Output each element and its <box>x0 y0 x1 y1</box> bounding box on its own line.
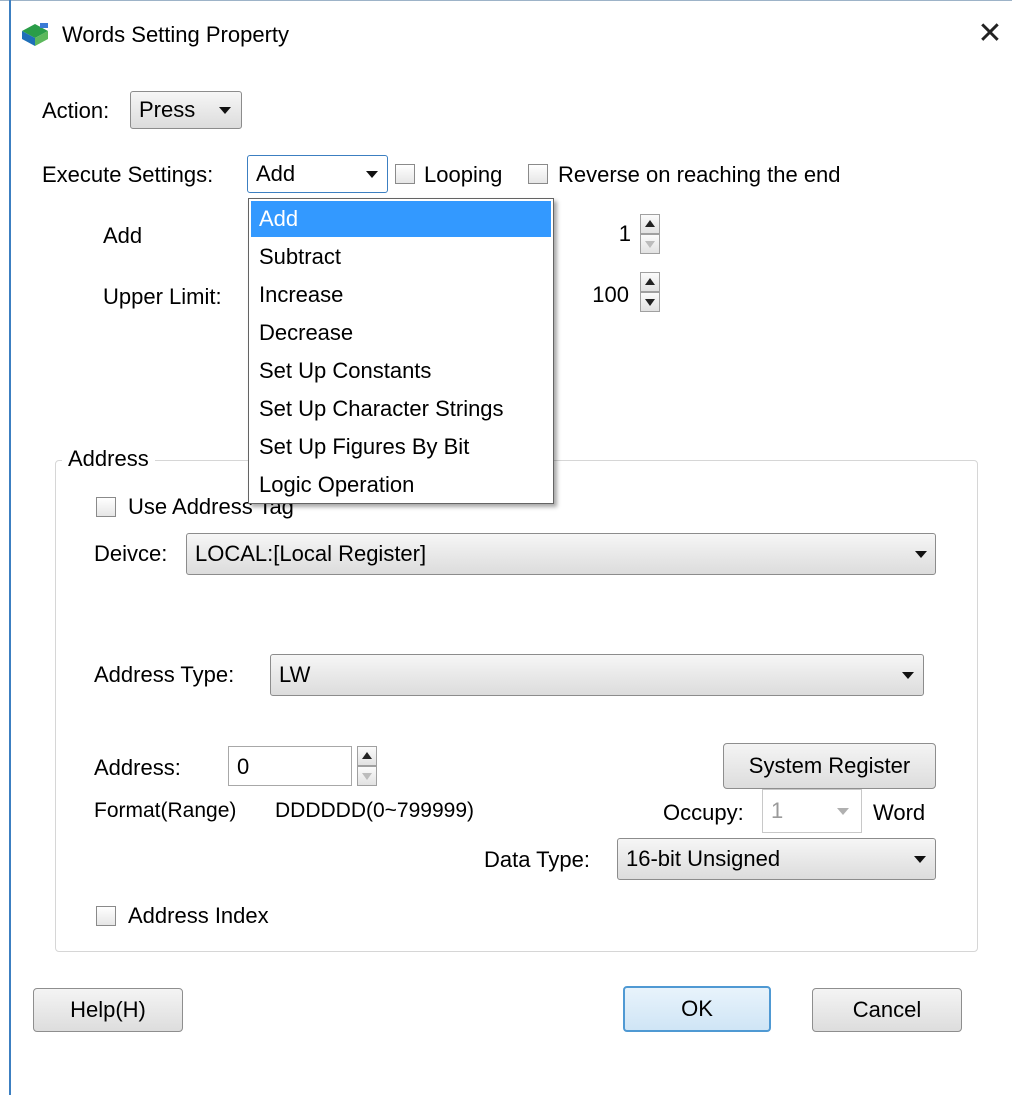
execute-settings-label: Execute Settings: <box>42 162 214 187</box>
add-spin-up[interactable] <box>640 214 660 234</box>
data-type-value: 16-bit Unsigned <box>626 846 781 871</box>
dropdown-item-set-up-character-strings[interactable]: Set Up Character Strings <box>251 391 551 427</box>
device-label: Deivce: <box>94 541 168 566</box>
upper-limit-field[interactable]: 100 <box>545 275 637 315</box>
looping-label: Looping <box>424 162 503 187</box>
action-label: Action: <box>42 98 110 123</box>
chevron-down-icon <box>914 856 926 863</box>
help-button[interactable]: Help(H) <box>33 988 183 1032</box>
upper-spin-up[interactable] <box>640 272 660 292</box>
close-icon[interactable]: ✕ <box>972 16 1008 52</box>
occupy-combo: 1 <box>762 789 862 833</box>
occupy-unit: Word <box>873 800 926 825</box>
address-type-value: LW <box>279 662 311 687</box>
format-value: DDDDDD(0~799999) <box>275 799 474 822</box>
execute-settings-value: Add <box>256 161 296 186</box>
looping-checkbox[interactable] <box>395 164 415 184</box>
execute-settings-dropdown: Add Subtract Increase Decrease Set Up Co… <box>248 198 554 504</box>
occupy-value: 1 <box>771 798 784 823</box>
address-type-label: Address Type: <box>94 662 235 687</box>
add-spin-down[interactable] <box>640 234 660 254</box>
dropdown-item-set-up-constants[interactable]: Set Up Constants <box>251 353 551 389</box>
cancel-button[interactable]: Cancel <box>812 988 962 1032</box>
upper-spin-down[interactable] <box>640 292 660 312</box>
chevron-down-icon <box>366 171 378 178</box>
action-combo[interactable]: Press <box>130 91 242 129</box>
address-type-combo[interactable]: LW <box>270 654 924 696</box>
chevron-down-icon <box>837 808 849 815</box>
execute-settings-combo[interactable]: Add <box>247 155 388 193</box>
format-label: Format(Range) <box>94 799 237 822</box>
add-label: Add <box>103 223 143 248</box>
address-spin-up[interactable] <box>357 746 377 766</box>
address-spin-down[interactable] <box>357 766 377 786</box>
use-address-tag-checkbox[interactable] <box>96 497 116 517</box>
dropdown-item-set-up-figures-by-bit[interactable]: Set Up Figures By Bit <box>251 429 551 465</box>
ok-button[interactable]: OK <box>623 986 771 1032</box>
data-type-combo[interactable]: 16-bit Unsigned <box>617 838 936 880</box>
device-combo[interactable]: LOCAL:[Local Register] <box>186 533 936 575</box>
address-value: 0 <box>237 754 250 779</box>
app-icon <box>20 22 50 48</box>
occupy-label: Occupy: <box>663 800 744 825</box>
window-title: Words Setting Property <box>62 22 290 47</box>
chevron-down-icon <box>915 551 927 558</box>
dropdown-item-logic-operation[interactable]: Logic Operation <box>251 467 551 503</box>
dropdown-item-increase[interactable]: Increase <box>251 277 551 313</box>
window-left-border <box>9 0 11 1095</box>
chevron-down-icon <box>902 672 914 679</box>
reverse-label: Reverse on reaching the end <box>558 162 841 187</box>
spin-down-icon <box>645 241 655 248</box>
reverse-checkbox[interactable] <box>528 164 548 184</box>
add-value: 1 <box>618 221 631 246</box>
dropdown-item-decrease[interactable]: Decrease <box>251 315 551 351</box>
system-register-button[interactable]: System Register <box>723 743 936 789</box>
dropdown-item-add[interactable]: Add <box>251 201 551 237</box>
address-index-label: Address Index <box>128 903 269 928</box>
spin-down-icon <box>362 773 372 780</box>
spin-up-icon <box>645 220 655 227</box>
address-group-title: Address <box>62 443 155 475</box>
spin-down-icon <box>645 299 655 306</box>
action-combo-value: Press <box>139 97 196 122</box>
spin-up-icon <box>362 752 372 759</box>
address-label: Address: <box>94 755 181 780</box>
address-index-checkbox[interactable] <box>96 906 116 926</box>
add-value-field[interactable]: 1 <box>545 214 637 254</box>
address-input[interactable]: 0 <box>228 746 352 786</box>
device-value: LOCAL:[Local Register] <box>195 541 427 566</box>
upper-limit-label: Upper Limit: <box>103 284 222 309</box>
data-type-label: Data Type: <box>484 847 590 872</box>
chevron-down-icon <box>219 107 231 114</box>
dropdown-item-subtract[interactable]: Subtract <box>251 239 551 275</box>
spin-up-icon <box>645 278 655 285</box>
upper-limit-value: 100 <box>592 282 629 307</box>
